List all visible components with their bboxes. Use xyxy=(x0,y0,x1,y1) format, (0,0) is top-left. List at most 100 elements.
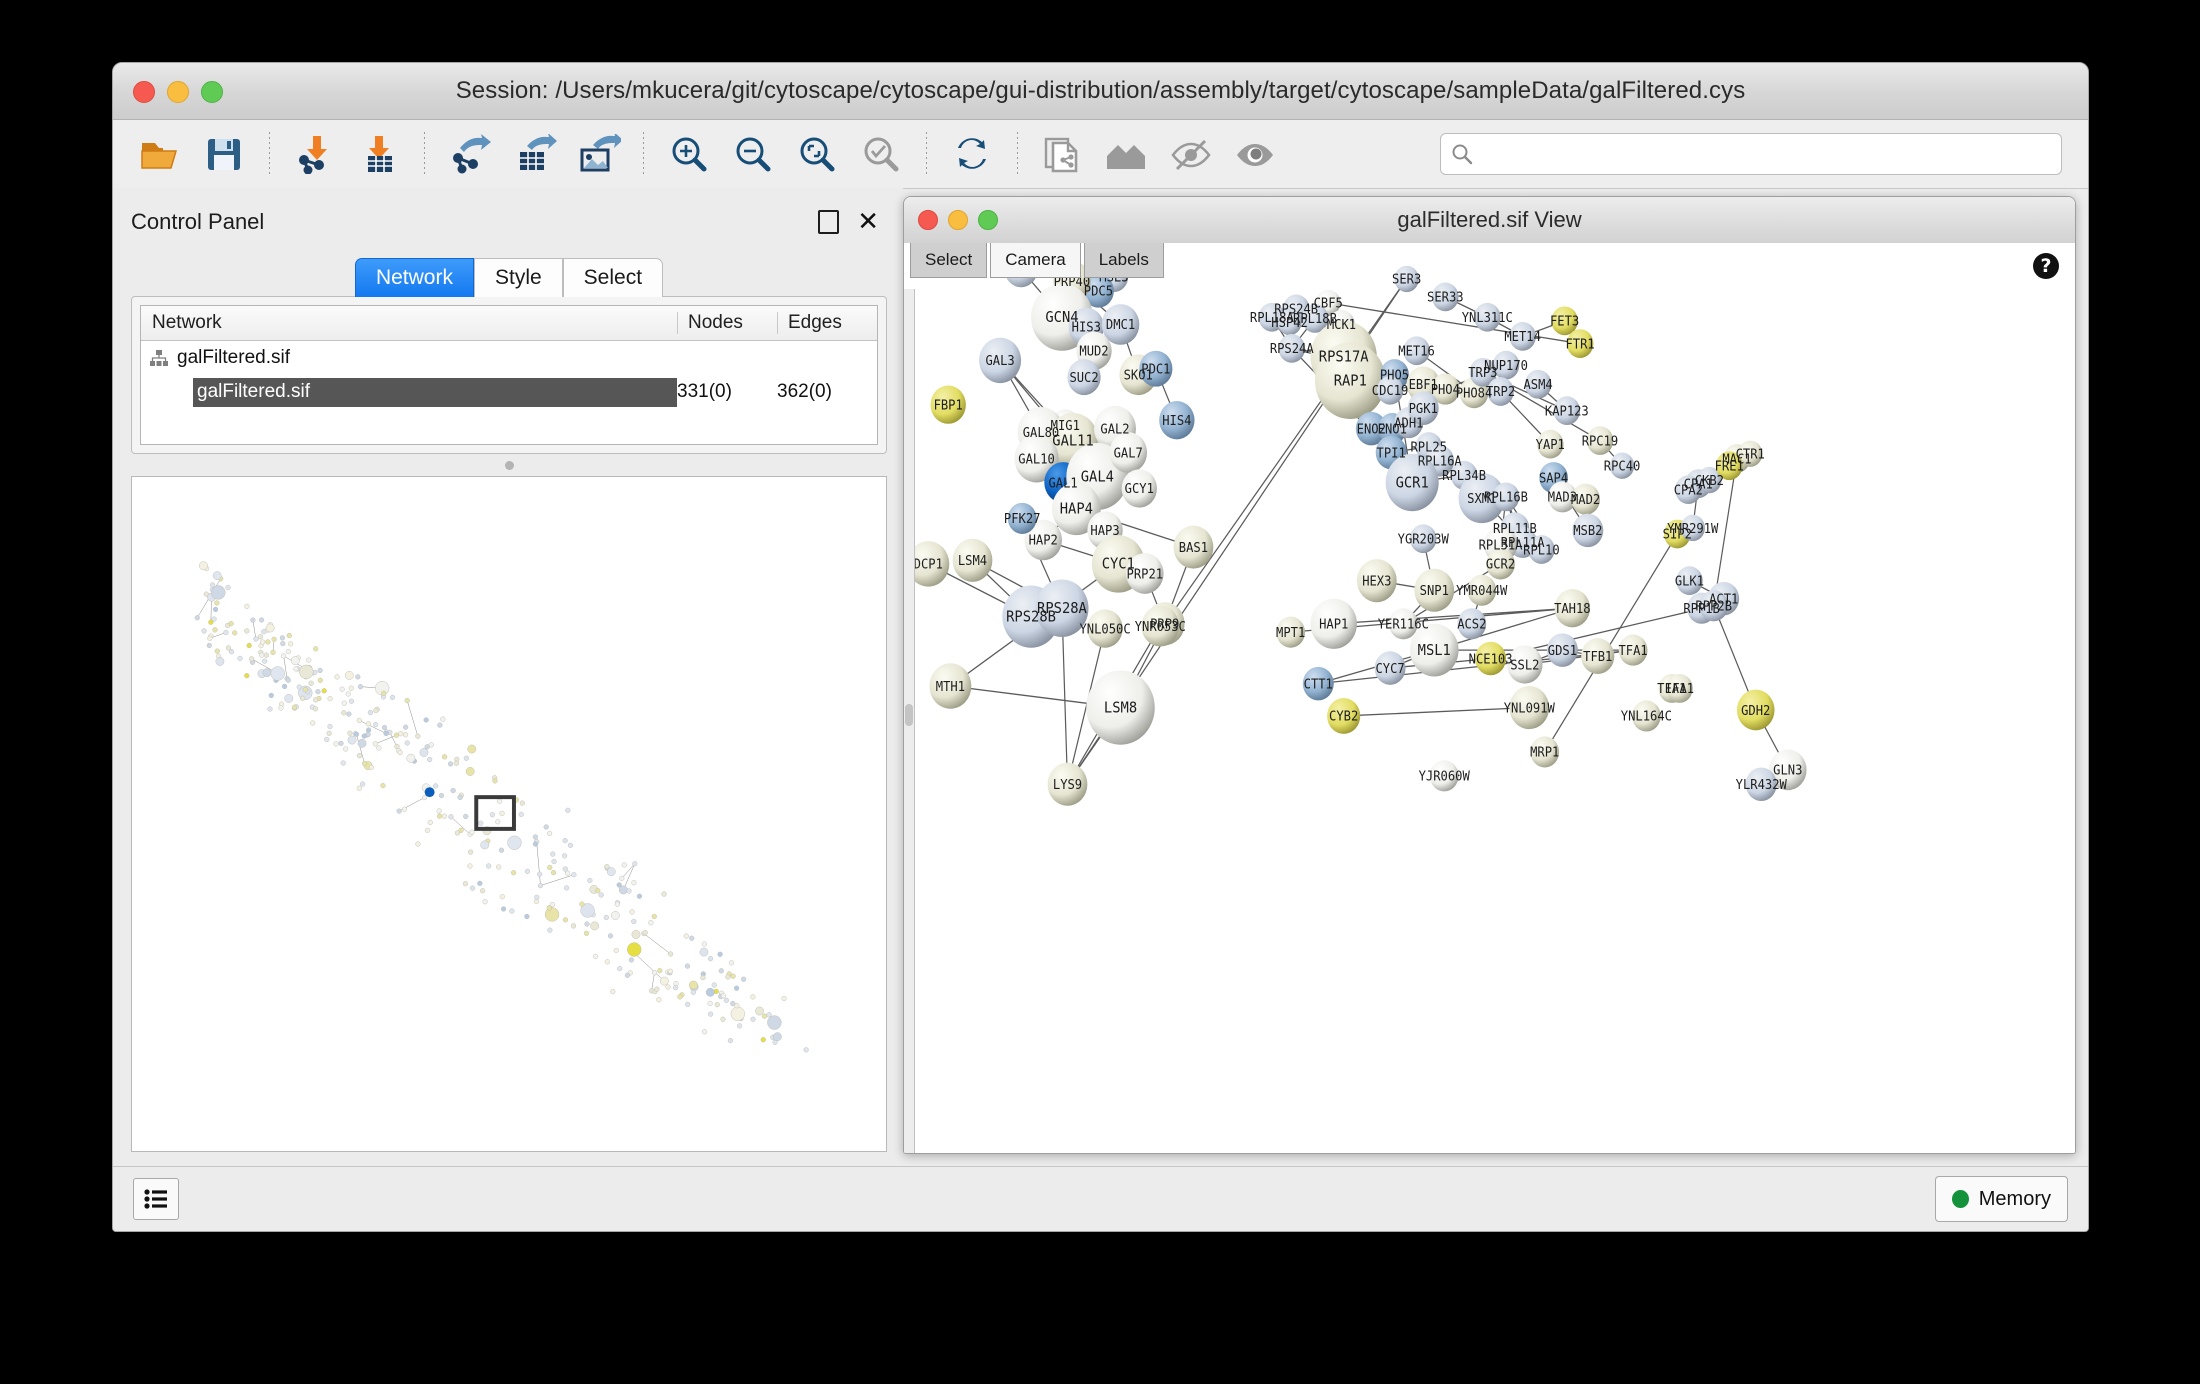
network-overview[interactable] xyxy=(131,476,887,1152)
overview-node xyxy=(579,901,585,907)
overview-node xyxy=(469,829,475,835)
tab-select[interactable]: Select xyxy=(910,243,988,278)
graph-node-label: GAL2 xyxy=(1100,421,1129,437)
float-panel-icon[interactable] xyxy=(818,210,840,234)
window-titlebar: Session: /Users/mkucera/git/cytoscape/cy… xyxy=(113,63,2088,120)
tab-select[interactable]: Select xyxy=(562,258,664,297)
column-header-edges[interactable]: Edges xyxy=(777,312,877,334)
graph-node-label: ACS2 xyxy=(1457,616,1486,632)
overview-node xyxy=(403,724,409,730)
search-box[interactable] xyxy=(1440,133,2062,175)
open-session-icon[interactable] xyxy=(129,126,191,182)
graph-node-label: MSB2 xyxy=(1573,523,1602,539)
home-icon[interactable] xyxy=(1096,126,1158,182)
overview-node xyxy=(293,666,299,672)
show-icon[interactable] xyxy=(1224,126,1286,182)
tab-camera[interactable]: Camera xyxy=(990,243,1081,278)
toggle-table-panel-button[interactable] xyxy=(133,1178,179,1220)
overview-node xyxy=(344,671,354,680)
hide-icon[interactable] xyxy=(1160,126,1222,182)
export-network-icon[interactable] xyxy=(439,126,501,182)
zoom-in-icon[interactable] xyxy=(658,126,720,182)
help-icon[interactable]: ? xyxy=(2033,253,2059,279)
graph-edge[interactable] xyxy=(1343,706,1530,717)
overview-node xyxy=(803,1047,809,1053)
overview-node xyxy=(700,975,706,981)
table-row[interactable]: galFiltered.sif xyxy=(141,341,877,375)
table-row[interactable]: galFiltered.sif 331(0) 362(0) xyxy=(141,375,877,409)
overview-node xyxy=(373,707,379,714)
overview-node xyxy=(310,720,316,726)
export-table-icon[interactable] xyxy=(503,126,565,182)
overview-node xyxy=(356,785,362,791)
overview-node xyxy=(463,813,469,819)
graph-node-label: KAP123 xyxy=(1545,403,1589,419)
graph-node-label: RPL16B xyxy=(1484,489,1528,505)
graph-node-label: RPC19 xyxy=(1582,433,1619,449)
overview-node xyxy=(415,841,421,847)
overview-node xyxy=(290,656,300,665)
graph-node-label: FTR1 xyxy=(1565,336,1594,352)
overview-node xyxy=(624,972,631,978)
import-network-icon[interactable] xyxy=(284,126,346,182)
overview-node xyxy=(651,913,657,920)
graph-node-label: CYC7 xyxy=(1375,660,1404,676)
overview-node xyxy=(689,980,698,990)
graph-node-label: TRP3 xyxy=(1468,365,1497,381)
zoom-fit-icon[interactable] xyxy=(786,126,848,182)
overview-node xyxy=(667,968,673,974)
new-network-icon[interactable] xyxy=(1032,126,1094,182)
tab-labels[interactable]: Labels xyxy=(1083,243,1164,278)
graph-node-label: YJR060W xyxy=(1419,768,1471,784)
overview-node xyxy=(480,840,490,850)
control-panel-tabs: Network Style Select xyxy=(131,258,887,297)
graph-node-label: FBP1 xyxy=(934,397,963,413)
zoom-selected-icon[interactable] xyxy=(850,126,912,182)
save-session-icon[interactable] xyxy=(193,126,255,182)
scrollbar-thumb[interactable] xyxy=(905,703,913,726)
export-image-icon[interactable] xyxy=(567,126,629,182)
overview-node xyxy=(440,716,446,722)
overview-node xyxy=(629,909,635,915)
overview-node xyxy=(433,783,439,789)
overview-node xyxy=(355,674,361,680)
overview-node xyxy=(546,905,552,911)
tab-network[interactable]: Network xyxy=(354,258,474,297)
graph-edge[interactable] xyxy=(1333,607,1573,625)
graph-node-label: GAL1 xyxy=(1048,475,1077,491)
column-header-network[interactable]: Network xyxy=(141,312,677,334)
network-canvas[interactable]: HIS7TOR1MSL5PDC5PRP40GCN4HIS3DMC1MUD2SKO… xyxy=(904,243,2075,1153)
overview-node xyxy=(760,1037,766,1043)
overview-node xyxy=(265,639,271,645)
overview-node xyxy=(341,710,347,716)
close-panel-icon[interactable]: ✕ xyxy=(857,209,879,235)
refresh-icon[interactable] xyxy=(941,126,1003,182)
overview-selected-node xyxy=(424,787,435,798)
overview-node xyxy=(570,923,577,929)
zoom-out-icon[interactable] xyxy=(722,126,784,182)
column-header-nodes[interactable]: Nodes xyxy=(677,312,777,334)
overview-node xyxy=(684,963,691,969)
overview-node xyxy=(436,813,443,819)
memory-button[interactable]: Memory xyxy=(1934,1176,2068,1222)
panel-splitter[interactable] xyxy=(131,454,887,476)
overview-node xyxy=(607,933,614,939)
canvas-vertical-scrollbar[interactable] xyxy=(904,289,915,1153)
overview-node xyxy=(621,862,627,868)
import-table-icon[interactable] xyxy=(348,126,410,182)
overview-node xyxy=(357,738,367,748)
graph-node-label: RPL10 xyxy=(1523,542,1560,558)
overview-node xyxy=(396,808,402,814)
search-input[interactable] xyxy=(1473,144,2051,164)
toolbar-separator xyxy=(269,132,270,176)
overview-node xyxy=(519,800,525,806)
toolbar-separator xyxy=(1017,132,1018,176)
overview-node xyxy=(551,858,557,865)
overview-node xyxy=(225,585,231,591)
overview-node xyxy=(672,985,679,991)
overview-node xyxy=(616,882,622,888)
overview-node xyxy=(730,1006,745,1021)
tab-style[interactable]: Style xyxy=(473,258,563,297)
overview-node xyxy=(606,867,616,877)
overview-node xyxy=(228,649,235,655)
